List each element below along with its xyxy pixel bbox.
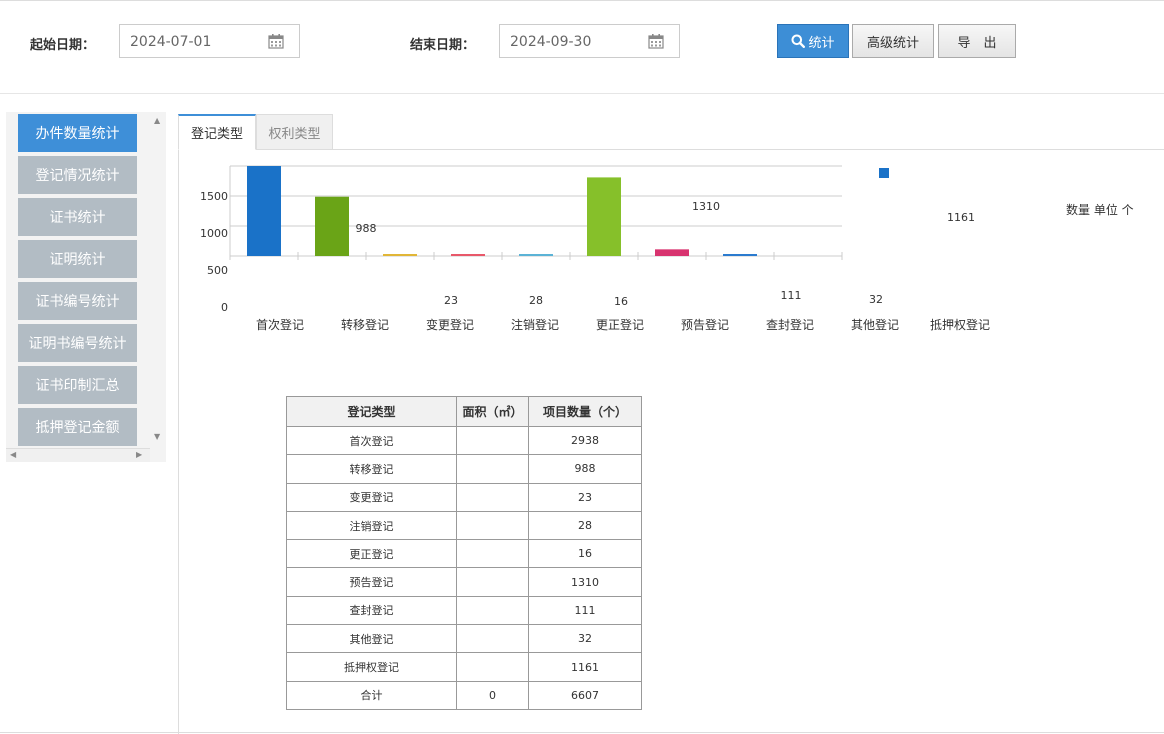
y-tick-label: 1500: [200, 190, 228, 203]
table-row: 预告登记 1310: [286, 567, 642, 597]
table-cell-area: [456, 454, 529, 484]
y-tick-label: 500: [207, 264, 228, 277]
table-header-area: 面积（㎡）: [456, 396, 529, 427]
chart-bar: [247, 166, 281, 256]
chart-bar: [655, 249, 689, 256]
x-category-label: 转移登记: [341, 317, 389, 332]
table-cell-type: 注销登记: [286, 510, 457, 541]
table-cell-type: 更正登记: [286, 539, 457, 569]
table-cell-count: 1161: [528, 652, 642, 682]
table-cell-type: 合计: [286, 680, 457, 710]
table-cell-type: 其他登记: [286, 624, 457, 654]
table-cell-count: 28: [528, 510, 642, 541]
data-label: 1310: [692, 200, 720, 213]
x-category-label: 查封登记: [766, 317, 814, 332]
bar-chart: 0 500 1000 1500 首次登记 转移登记 变更登记 注销登记 更正登记 预告登记 查封登记…: [200, 165, 990, 332]
table-cell-count: 2938: [528, 425, 642, 456]
table-row: 首次登记 2938: [286, 425, 642, 456]
table-cell-type: 首次登记: [286, 425, 457, 456]
table-cell-count: 16: [528, 539, 642, 569]
y-tick-label: 0: [221, 301, 228, 314]
x-category-label: 其他登记: [851, 317, 899, 332]
sidebar-horizontal-scrollbar[interactable]: ◀ ▶: [6, 448, 150, 462]
table-cell-area: [456, 539, 529, 569]
legend-marker: [879, 168, 889, 178]
table-cell-type: 转移登记: [286, 454, 457, 484]
chart-bar: [315, 196, 349, 256]
data-label: 1161: [947, 211, 975, 224]
table-cell-count: 32: [528, 624, 642, 654]
table-cell-area: [456, 652, 529, 682]
table-row: 合计 0 6607: [286, 680, 642, 710]
data-label: 32: [869, 293, 883, 306]
table-cell-count: 988: [528, 454, 642, 484]
table-row: 更正登记 16: [286, 539, 642, 569]
table-row: 注销登记 28: [286, 510, 642, 541]
x-category-label: 变更登记: [426, 317, 474, 332]
table-cell-count: 23: [528, 482, 642, 512]
table-header-row: 登记类型 面积（㎡） 项目数量（个）: [286, 396, 642, 427]
x-category-label: 更正登记: [596, 317, 644, 332]
x-category-label: 抵押权登记: [930, 317, 990, 332]
table-cell-area: [456, 510, 529, 541]
x-category-label: 首次登记: [256, 317, 304, 332]
table-row: 转移登记 988: [286, 454, 642, 484]
table-row: 抵押权登记 1161: [286, 652, 642, 682]
y-tick-label: 1000: [200, 227, 228, 240]
table-cell-area: [456, 425, 529, 456]
data-label: 28: [529, 294, 543, 307]
table-row: 其他登记 32: [286, 624, 642, 654]
scroll-down-icon[interactable]: ▼: [154, 432, 160, 441]
data-label: 111: [781, 289, 802, 302]
table-cell-type: 预告登记: [286, 567, 457, 597]
table-cell-count: 111: [528, 595, 642, 626]
chart-bar: [723, 254, 757, 256]
scroll-left-icon[interactable]: ◀: [10, 450, 16, 459]
table-header-type: 登记类型: [286, 396, 457, 427]
table-row: 查封登记 111: [286, 595, 642, 626]
table-cell-type: 变更登记: [286, 482, 457, 512]
sidebar-item-mortgage-amount[interactable]: 抵押登记金额: [18, 408, 137, 446]
table-cell-area: [456, 567, 529, 597]
x-category-label: 预告登记: [681, 317, 729, 332]
data-label: 23: [444, 294, 458, 307]
table-cell-area: [456, 595, 529, 626]
table-cell-area: 0: [456, 680, 529, 710]
chart-bar: [383, 254, 417, 256]
chart-bar: [587, 177, 621, 256]
chart-bar: [451, 254, 485, 256]
table-cell-count: 6607: [528, 680, 642, 710]
bottom-border: [0, 732, 1164, 733]
unit-label: 数量 单位 个: [1066, 203, 1134, 217]
chart-bar: [519, 254, 553, 256]
table-row: 变更登记 23: [286, 482, 642, 512]
table-cell-count: 1310: [528, 567, 642, 597]
stat-table: 登记类型 面积（㎡） 项目数量（个） 首次登记 2938 转移登记 988 变更登记 23…: [286, 396, 642, 710]
scroll-right-icon[interactable]: ▶: [136, 450, 142, 459]
data-label: 16: [614, 295, 628, 308]
table-cell-type: 抵押权登记: [286, 652, 457, 682]
sidebar-item-print-summary[interactable]: 证书印制汇总: [18, 366, 137, 404]
table-cell-area: [456, 482, 529, 512]
table-cell-area: [456, 624, 529, 654]
data-label: 988: [356, 222, 377, 235]
x-category-label: 注销登记: [511, 317, 559, 332]
table-cell-type: 查封登记: [286, 595, 457, 626]
table-header-count: 项目数量（个）: [528, 396, 642, 427]
